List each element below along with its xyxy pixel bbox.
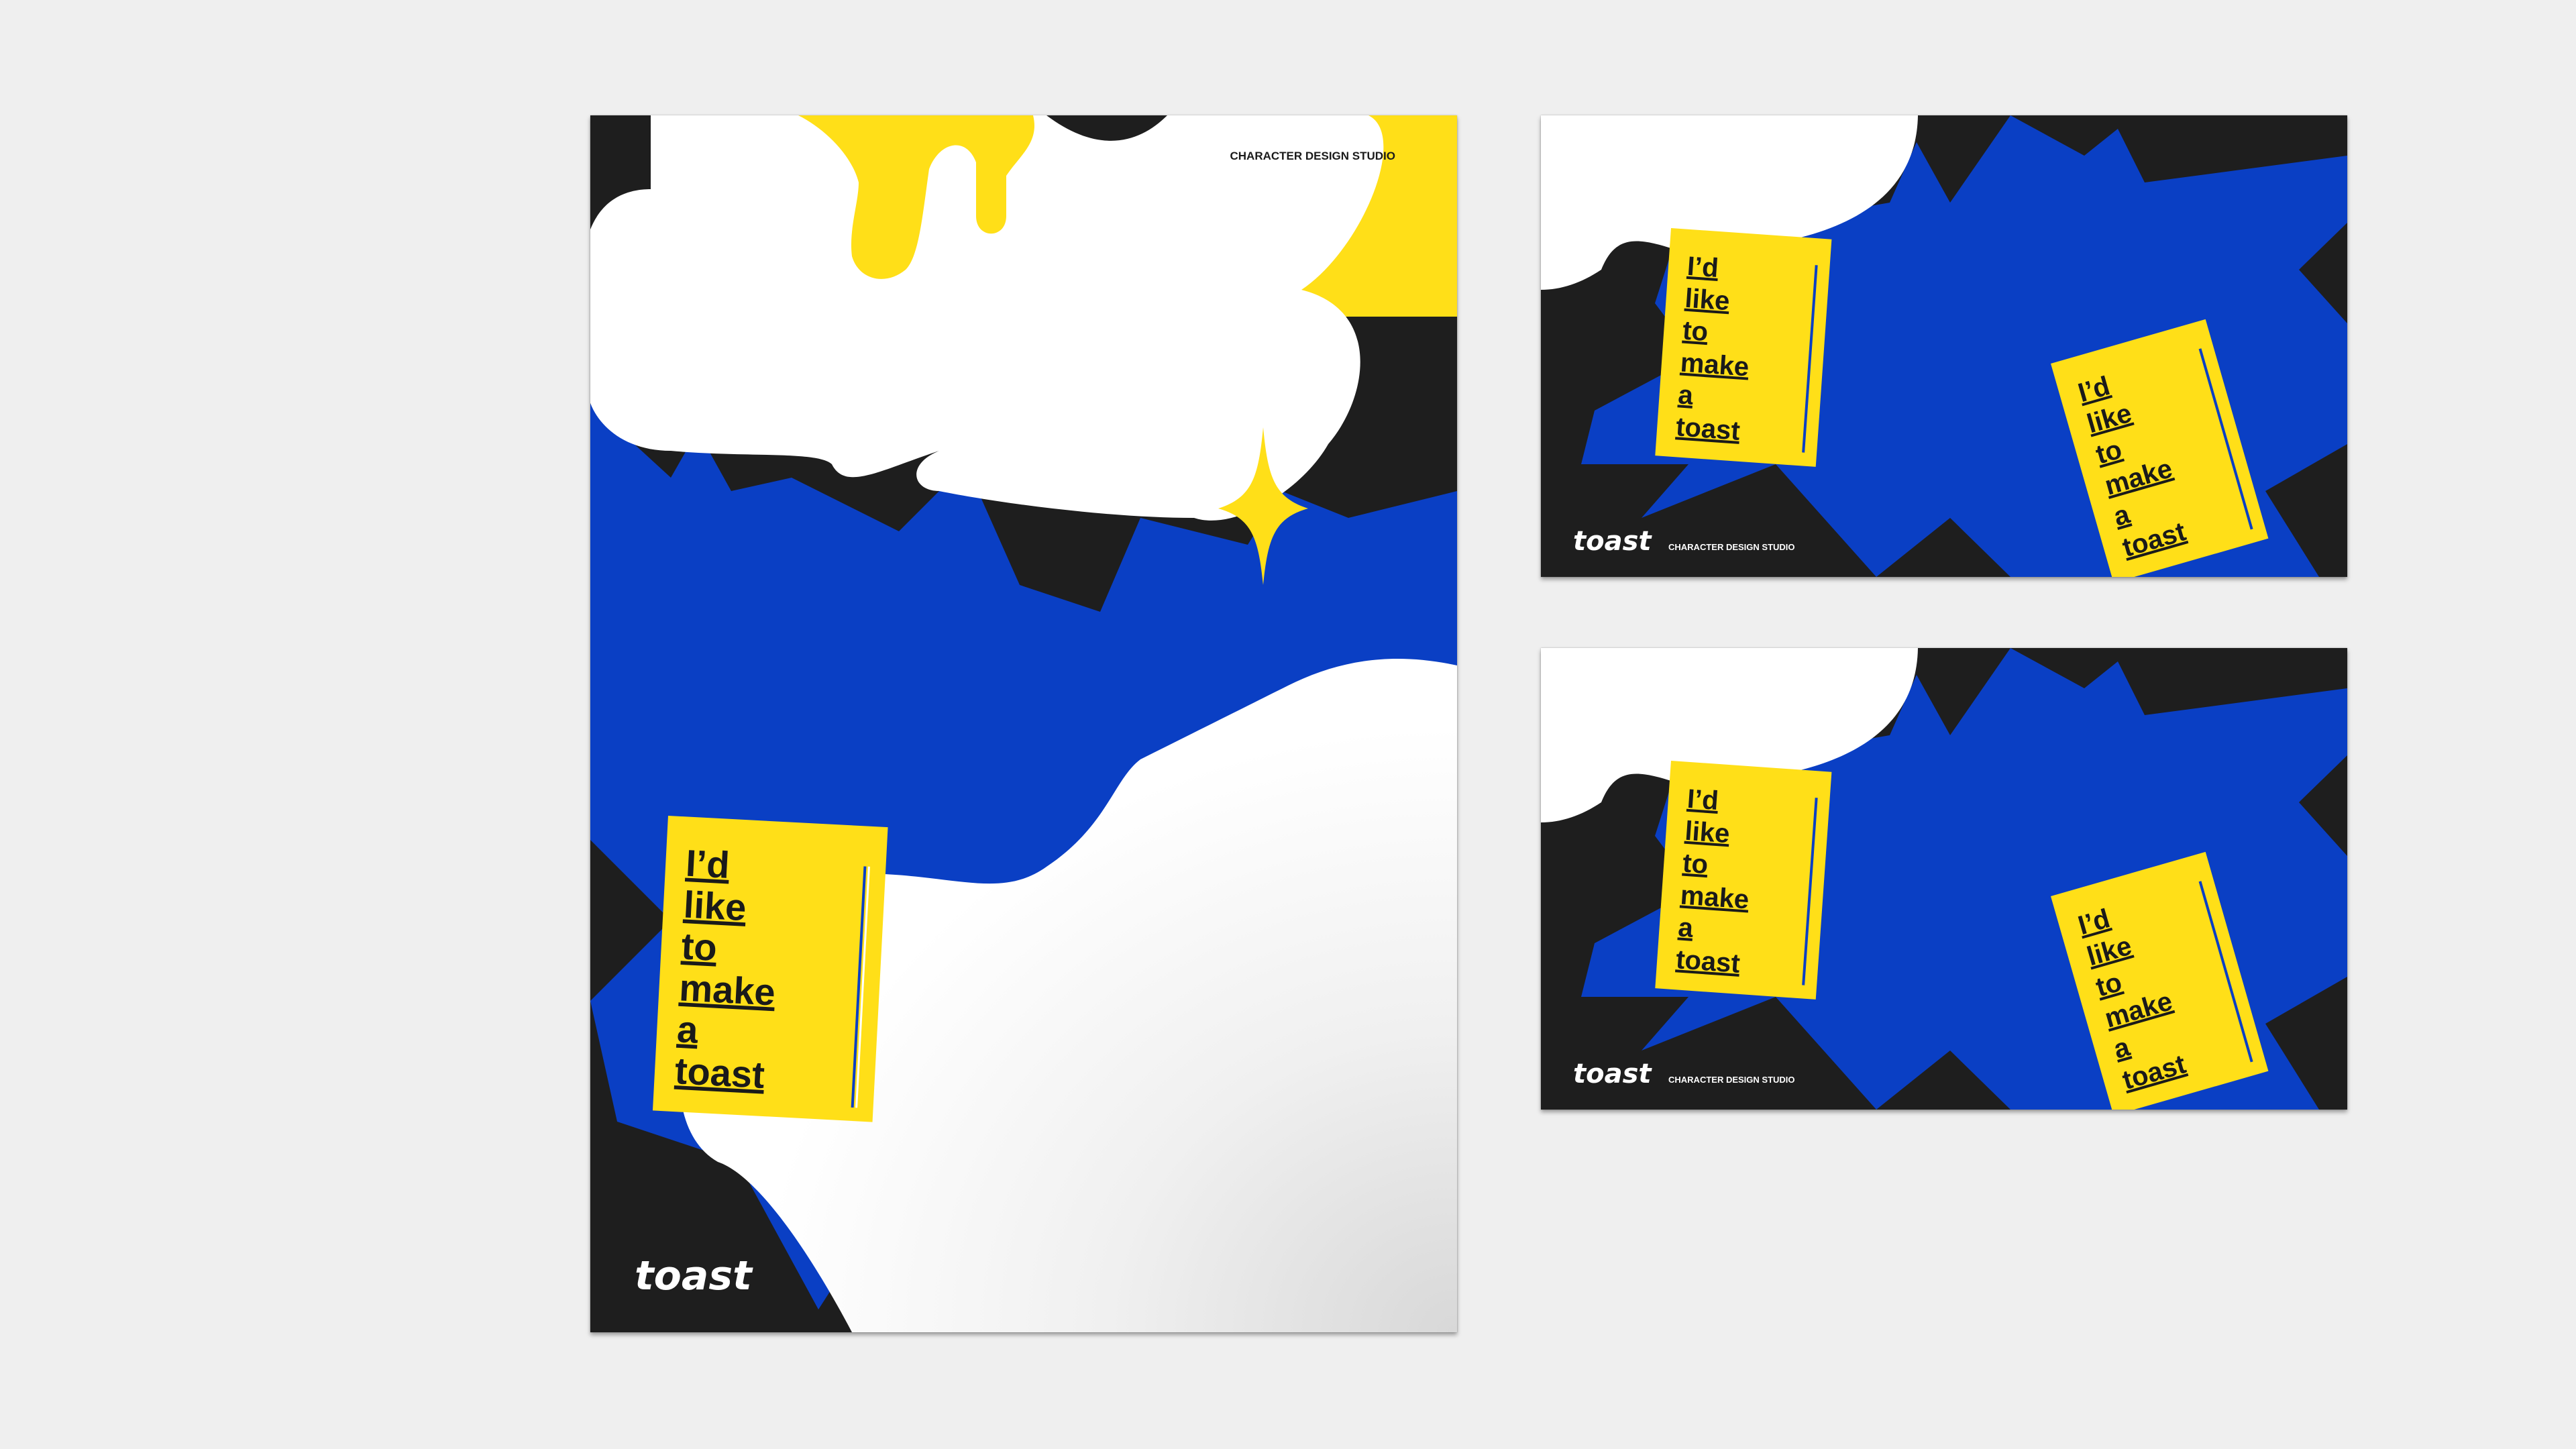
poster-artwork: I’d like to make a toast CHARACTER DESIG… [590, 115, 1457, 1332]
studio-label: CHARACTER DESIGN STUDIO [1230, 150, 1395, 162]
toast-logo: toast [635, 1252, 753, 1299]
card-line-2: like [1684, 284, 1731, 317]
studio-label: CHARACTER DESIGN STUDIO [1668, 542, 1795, 552]
card-line-1: I’d [685, 842, 731, 886]
card-line-1: I’d [1686, 252, 1720, 283]
studio-label: CHARACTER DESIGN STUDIO [1668, 1075, 1795, 1085]
card-line-2: like [682, 883, 747, 928]
card-line-5: a [676, 1008, 700, 1051]
toast-card: I’d like to make a toast [652, 816, 888, 1122]
banner-graphic-1: I’d like to make a toast I’d like to mak… [1541, 115, 2347, 577]
card-line-3: to [680, 924, 718, 969]
banner-artwork-2: I’d like to make a toast I’d like to mak… [1541, 648, 2347, 1110]
banner-artwork-1: I’d like to make a toast I’d like to mak… [1541, 115, 2347, 577]
toast-card-left: I’d like to make a toast [1655, 227, 1832, 467]
toast-logo: toast [1573, 1059, 1652, 1089]
card-line-5: a [1677, 380, 1695, 410]
card-line-4: make [1680, 348, 1750, 382]
card-line-3: to [1682, 316, 1709, 347]
card-line-6: toast [674, 1049, 766, 1096]
card-line-2: like [1684, 816, 1731, 849]
card-line-6: toast [1675, 412, 1741, 446]
toast-logo: toast [1573, 526, 1652, 557]
card-line-4: make [1680, 881, 1750, 915]
toast-card-left: I’d like to make a toast [1655, 761, 1832, 1000]
card-line-1: I’d [1686, 784, 1720, 816]
card-line-4: make [678, 966, 776, 1013]
banner-graphic-2: I’d like to make a toast I’d like to mak… [1541, 648, 2347, 1110]
card-line-5: a [1677, 912, 1695, 943]
card-line-3: to [1682, 849, 1709, 880]
card-line-6: toast [1675, 945, 1741, 979]
presentation-board: I’d like to make a toast CHARACTER DESIG… [0, 0, 2576, 1449]
poster-graphic: I’d like to make a toast CHARACTER DESIG… [590, 115, 1457, 1332]
